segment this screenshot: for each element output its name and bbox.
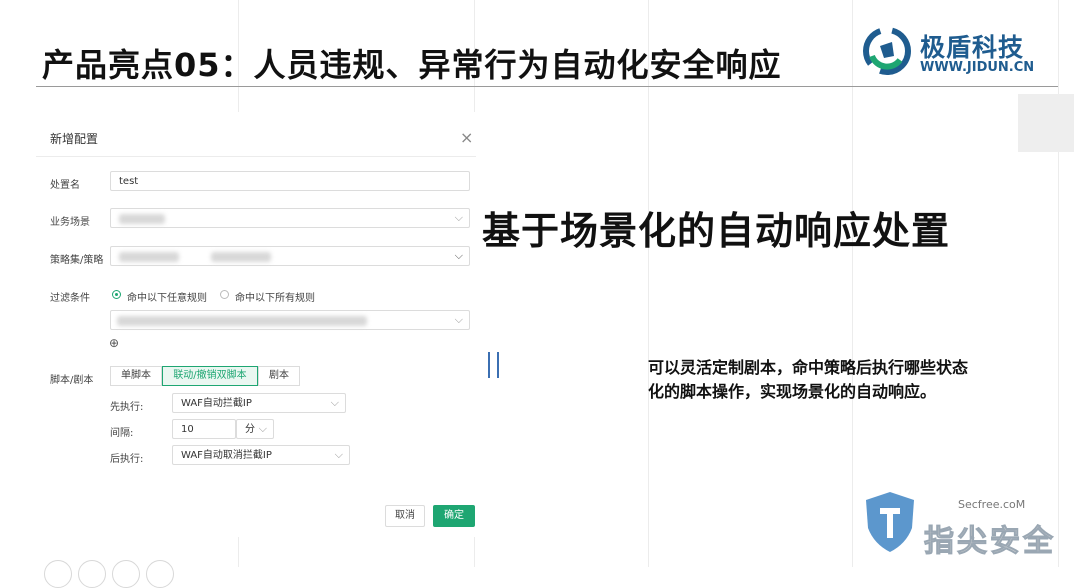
circle-decoration <box>78 560 106 588</box>
rule-select[interactable]: ⌵ <box>110 310 470 330</box>
then-exec-value: WAF自动取消拦截IP <box>181 450 272 461</box>
ok-button[interactable]: 确定 <box>433 505 475 527</box>
name-label: 处置名 <box>50 180 80 191</box>
shield-icon <box>866 492 914 552</box>
tab-linked-script[interactable]: 联动/撤销双脚本 <box>162 366 258 386</box>
description-line: 可以灵活定制剧本，命中策略后执行哪些状态 <box>648 358 969 377</box>
slide-title: 产品亮点05：人员违规、异常行为自动化安全响应 <box>42 46 782 84</box>
interval-unit-select[interactable]: 分 ⌵ <box>236 419 274 439</box>
description-line: 化的脚本操作，实现场景化的自动响应。 <box>648 382 937 401</box>
tab-playbook[interactable]: 剧本 <box>258 366 300 386</box>
grid-line <box>1058 0 1059 567</box>
circle-decoration <box>44 560 72 588</box>
interval-input[interactable]: 10 <box>172 419 236 439</box>
company-logo: 极盾科技 WWW.JIDUN.CN <box>862 26 1052 82</box>
text-cursor-marker <box>497 352 499 378</box>
blurred-value <box>119 252 179 262</box>
chevron-down-icon: ⌵ <box>454 313 463 326</box>
text-cursor-marker <box>488 352 490 378</box>
script-label: 脚本/剧本 <box>50 375 94 386</box>
title-divider <box>36 86 1058 87</box>
chevron-down-icon: ⌵ <box>334 448 343 461</box>
then-exec-label: 后执行: <box>110 454 144 465</box>
watermark-name: 指尖安全 <box>924 524 1056 560</box>
filter-label: 过滤条件 <box>50 293 90 304</box>
dialog-divider <box>36 156 476 157</box>
then-exec-select[interactable]: WAF自动取消拦截IP ⌵ <box>172 445 350 465</box>
new-config-dialog: 新增配置 × 处置名 test 业务场景 ⌵ 策略集/策略 ⌵ 过滤条件 命中以… <box>36 112 476 537</box>
scene-select[interactable]: ⌵ <box>110 208 470 228</box>
policy-label: 策略集/策略 <box>50 255 104 266</box>
interval-label: 间隔: <box>110 428 134 439</box>
jidun-logo-icon <box>863 27 911 75</box>
interval-unit: 分 <box>245 424 255 435</box>
tab-single-script[interactable]: 单脚本 <box>110 366 162 386</box>
close-icon[interactable]: × <box>460 128 473 147</box>
dialog-title: 新增配置 <box>50 132 99 146</box>
filter-all-radio[interactable] <box>220 290 229 299</box>
chevron-down-icon: ⌵ <box>330 396 339 409</box>
decorative-block <box>1018 94 1074 152</box>
filter-all-label: 命中以下所有规则 <box>235 293 315 304</box>
blurred-value <box>117 316 367 326</box>
blurred-value <box>211 252 271 262</box>
watermark-site: Secfree.coM <box>958 498 1026 511</box>
first-exec-select[interactable]: WAF自动拦截IP ⌵ <box>172 393 346 413</box>
description: 可以灵活定制剧本，命中策略后执行哪些状态 化的脚本操作，实现场景化的自动响应。 <box>648 356 968 404</box>
policy-select[interactable]: ⌵ <box>110 246 470 266</box>
logo-name: 极盾科技 <box>920 33 1025 62</box>
first-exec-label: 先执行: <box>110 402 144 413</box>
chevron-down-icon: ⌵ <box>258 422 267 435</box>
watermark: Secfree.coM 指尖安全 <box>862 490 1062 560</box>
name-input[interactable]: test <box>110 171 470 191</box>
first-exec-value: WAF自动拦截IP <box>181 398 252 409</box>
chevron-down-icon: ⌵ <box>454 249 463 262</box>
add-rule-icon[interactable]: ⊕ <box>109 336 119 350</box>
circle-decoration <box>146 560 174 588</box>
blurred-value <box>119 214 165 224</box>
scene-label: 业务场景 <box>50 217 90 228</box>
filter-any-radio[interactable] <box>112 290 121 299</box>
chevron-down-icon: ⌵ <box>454 211 463 224</box>
section-heading: 基于场景化的自动响应处置 <box>482 209 951 253</box>
filter-any-label: 命中以下任意规则 <box>127 293 207 304</box>
cancel-button[interactable]: 取消 <box>385 505 425 527</box>
circle-decoration <box>112 560 140 588</box>
logo-url: WWW.JIDUN.CN <box>920 60 1035 75</box>
